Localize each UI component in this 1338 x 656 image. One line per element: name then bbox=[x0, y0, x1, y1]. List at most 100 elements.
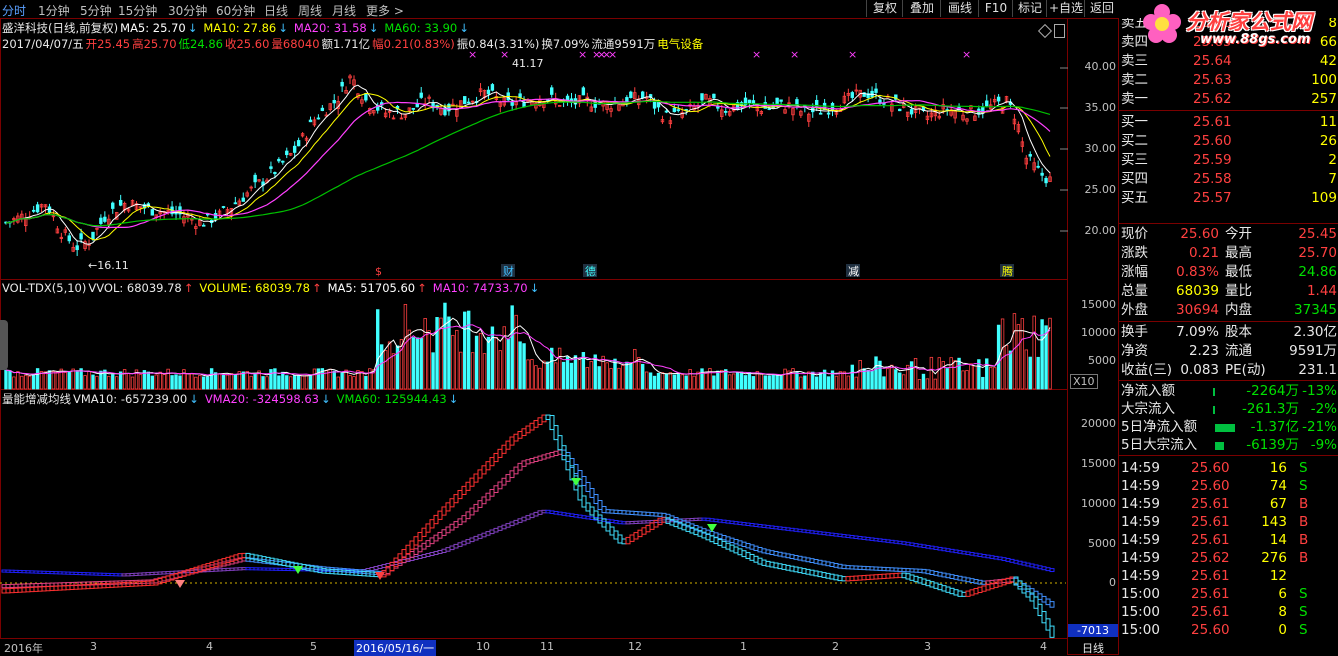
vma60-line bbox=[533, 511, 539, 517]
volume-bar bbox=[202, 376, 206, 390]
vma60-line bbox=[209, 568, 215, 572]
vma10-line bbox=[229, 555, 235, 562]
vma60-line bbox=[689, 518, 695, 522]
volume-bar bbox=[494, 337, 499, 390]
vma60-line bbox=[877, 538, 883, 542]
period-label[interactable]: 日线 bbox=[1082, 640, 1104, 656]
vma20-line bbox=[21, 583, 27, 588]
vma20-line bbox=[949, 574, 955, 580]
vma10-line bbox=[517, 431, 523, 439]
volume-bar bbox=[71, 368, 75, 390]
legend-item: VMA10: -657239.00 bbox=[73, 392, 188, 406]
vma20-line bbox=[5, 584, 11, 589]
vma10-line bbox=[437, 510, 443, 520]
legend-item: 开25.45 bbox=[85, 37, 131, 51]
vma60-line bbox=[981, 553, 987, 558]
chart-canvas[interactable]: 41.17←16.11 $ 财德减腾× × × ×××× × × × × bbox=[0, 0, 1068, 655]
vma20-line bbox=[429, 537, 435, 545]
candle-body bbox=[253, 174, 257, 183]
vma10-line bbox=[577, 485, 583, 501]
volume-bar bbox=[522, 343, 526, 390]
vma60-line bbox=[465, 539, 471, 544]
vma20-line bbox=[961, 576, 967, 582]
toolbar-button-6[interactable]: 返回 bbox=[1084, 0, 1119, 17]
vma20-line bbox=[17, 583, 23, 588]
volume-bar bbox=[4, 369, 8, 390]
candle-body bbox=[292, 145, 297, 153]
vma10-line bbox=[1041, 611, 1047, 624]
volume-bar bbox=[415, 337, 419, 390]
vma60-line bbox=[829, 532, 835, 537]
x-axis-label: 2016/05/16/一 bbox=[354, 640, 437, 656]
vma20-line bbox=[773, 551, 779, 556]
vma60-line bbox=[625, 521, 631, 525]
volume-bar bbox=[917, 379, 922, 390]
volume-bar bbox=[981, 376, 985, 390]
pane-toggle-button[interactable] bbox=[0, 320, 8, 370]
ob-volume: 257 bbox=[1311, 91, 1337, 107]
x-axis-label: 10 bbox=[476, 640, 490, 653]
vma10-line bbox=[789, 565, 795, 572]
vma60-line bbox=[573, 514, 579, 518]
order-book-row: 买一 25.61 11 bbox=[1119, 113, 1338, 131]
vma10-line bbox=[653, 520, 659, 528]
vma20-line bbox=[417, 545, 423, 553]
vma10-line bbox=[753, 555, 759, 563]
vma20-line bbox=[781, 552, 787, 558]
volume-bar bbox=[403, 304, 408, 390]
tick-price: 25.60 bbox=[1191, 460, 1230, 476]
tick-price: 25.61 bbox=[1191, 604, 1230, 620]
volume-bar bbox=[957, 357, 961, 390]
volume-bar bbox=[67, 371, 71, 390]
vma20-line bbox=[45, 582, 51, 587]
volume-bar bbox=[95, 375, 99, 390]
vma20-line bbox=[445, 526, 451, 534]
signal-triangle-icon bbox=[175, 580, 185, 588]
vma60-line bbox=[645, 520, 651, 524]
vma10-line bbox=[45, 586, 51, 592]
tick-row: 14:59 25.61 67 B bbox=[1119, 495, 1338, 513]
volume-bar bbox=[692, 375, 696, 390]
vma20-line bbox=[653, 512, 659, 517]
vma60-line bbox=[717, 519, 723, 523]
x-axis-label: 3 bbox=[90, 640, 97, 653]
volume-bar bbox=[617, 367, 621, 390]
tick-side: S bbox=[1299, 478, 1308, 494]
tick-row: 14:59 25.62 276 B bbox=[1119, 549, 1338, 567]
vma10-line bbox=[957, 590, 963, 597]
vma60-line bbox=[781, 526, 787, 531]
tick-side: B bbox=[1299, 514, 1309, 530]
tick-volume: 74 bbox=[1269, 478, 1287, 494]
candle-body bbox=[364, 93, 368, 101]
vma20-line bbox=[769, 550, 775, 556]
vma10-line bbox=[749, 553, 755, 561]
volume-bar bbox=[538, 367, 542, 390]
candle-body bbox=[103, 216, 107, 222]
tick-volume: 276 bbox=[1261, 550, 1287, 566]
vma10-line bbox=[465, 481, 471, 491]
volume-bar bbox=[557, 347, 562, 390]
window-icon[interactable] bbox=[1054, 24, 1065, 38]
vma20-line bbox=[1, 584, 7, 589]
volume-bar bbox=[929, 356, 934, 390]
vma60-line bbox=[785, 527, 791, 531]
volume-bar bbox=[613, 358, 617, 390]
stat-label: PE(动) bbox=[1225, 362, 1266, 378]
quote-label: 现价 bbox=[1121, 226, 1148, 242]
y-axis-label: 5000 bbox=[1088, 537, 1116, 550]
volume-bar bbox=[992, 367, 997, 390]
vma20-line bbox=[173, 573, 179, 579]
tick-row: 15:00 25.61 6 S bbox=[1119, 585, 1338, 603]
vma10-line bbox=[565, 455, 571, 471]
vma60-line bbox=[101, 572, 107, 576]
vma60-line bbox=[649, 520, 655, 524]
volume-bar bbox=[577, 358, 582, 390]
vma10-line bbox=[625, 536, 631, 545]
vma10-line bbox=[585, 502, 591, 512]
vma20-line bbox=[1049, 601, 1055, 608]
volume-bar bbox=[648, 372, 653, 390]
ob-volume: 109 bbox=[1311, 190, 1337, 206]
vma20-line bbox=[477, 500, 483, 508]
vma10-line bbox=[725, 542, 731, 550]
volume-bar bbox=[411, 337, 416, 390]
